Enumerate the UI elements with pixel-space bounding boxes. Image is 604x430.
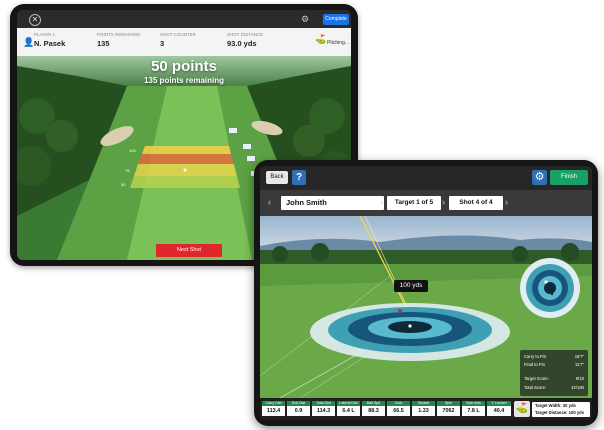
stat-value: 40.4 (487, 406, 511, 416)
stat-value: 66.5 (387, 406, 410, 416)
shot-stats-bar: Carry Dist 113.4 Roll Dist 0.9 Total Dis… (260, 398, 592, 420)
target-info: Target Width: 30 yds Target Distance: 10… (532, 402, 590, 417)
points-remaining: 135 points remaining (143, 76, 225, 85)
gear-icon[interactable]: ⚙ (301, 14, 309, 24)
close-icon[interactable]: ✕ (29, 14, 41, 26)
target-width: Target Width: 30 yds (535, 403, 576, 408)
player-name: John Smith (281, 196, 384, 210)
stat-value: 7062 (437, 406, 460, 416)
chevron-right-icon[interactable]: › (505, 197, 508, 207)
stat-points-remaining: Points Remaining 135 (97, 32, 141, 48)
stat-cell: Ball Spd 88.3 (362, 401, 385, 417)
stat-value: 3 (160, 39, 165, 48)
front-tablet: Back ? ⚙ Finish ‹ John Smith › Target 1 … (254, 160, 598, 426)
stat-value: 135 (97, 39, 110, 48)
complete-button[interactable]: Complete (323, 14, 349, 25)
yardage-marker: 50 (121, 182, 126, 187)
user-icon: 👤 (23, 37, 35, 47)
stats-header: 👤 Player 1 N. Pasek Points Remaining 135… (17, 28, 351, 57)
score-panel: Carry to Pin 18'7" Final to Pin 11'7" Ta… (520, 350, 588, 396)
top-bar: ✕ ⚙ Complete (17, 10, 351, 28)
stat-cell: Roll Dist 0.9 (287, 401, 310, 417)
panel-value: 9/10 (575, 376, 584, 381)
stat-cell: Spin Axis 7.8 L (462, 401, 485, 417)
target-distance: Target Distance: 100 yds (535, 410, 585, 415)
stat-value: N. Pasek (34, 39, 66, 48)
stat-label: Player 1 (34, 32, 56, 37)
panel-value: 42/180 (571, 385, 584, 390)
distance-flag: 100 yds (394, 280, 428, 292)
stat-shot-distance: Shot Distance 93.0 yds (227, 32, 263, 48)
panel-value: 18'7" (574, 354, 584, 359)
chevron-left-icon[interactable]: ‹ (268, 197, 271, 207)
gear-icon[interactable]: ⚙ (532, 170, 547, 185)
stat-value: 88.3 (362, 406, 385, 416)
stat-cell: Club 66.5 (387, 401, 410, 417)
stat-label: Shot Counter (160, 32, 196, 37)
panel-label: Final to Pin (524, 362, 545, 367)
stat-cell: V Launch 40.4 (487, 401, 511, 417)
stat-value: 7.8 L (462, 406, 485, 416)
panel-label: Target Score: (524, 376, 549, 381)
stat-value: 6.4 L (337, 406, 360, 416)
stat-value: 0.9 (287, 406, 310, 416)
yardage-marker: 75 (125, 168, 130, 173)
golf-club-icon[interactable]: ⛳ (514, 401, 530, 417)
panel-label: Carry to Pin (524, 354, 547, 359)
target-selector[interactable]: Target 1 of 5 (387, 196, 441, 210)
stat-cell: Spin 7062 (437, 401, 460, 417)
front-tablet-screen: Back ? ⚙ Finish ‹ John Smith › Target 1 … (260, 166, 592, 420)
stat-player: Player 1 N. Pasek (34, 32, 65, 48)
stat-value: 114.3 (312, 406, 335, 416)
help-icon[interactable]: ? (292, 170, 306, 185)
panel-label: Total Score: (524, 385, 547, 390)
toolbar: Back ? ⚙ Finish (260, 166, 592, 190)
stat-cell: Carry Dist 113.4 (262, 401, 285, 417)
chevron-right-icon[interactable]: › (442, 197, 445, 207)
stat-label: Points Remaining (97, 32, 141, 37)
stat-label: Shot Distance (227, 32, 264, 37)
stat-cell: Lateral Dist 6.4 L (337, 401, 360, 417)
finish-button[interactable]: Finish (550, 170, 588, 185)
player-nav: ‹ John Smith › Target 1 of 5 › Shot 4 of… (260, 190, 592, 216)
yardage-marker: 100 (129, 148, 136, 153)
points-title: 50 points (151, 58, 217, 75)
stat-value: 113.4 (262, 406, 285, 416)
club-select[interactable]: Pitching... (327, 40, 349, 46)
chevron-right-icon[interactable]: › (380, 197, 383, 207)
panel-value: 11'7" (575, 362, 584, 367)
stat-value: 1.33 (412, 406, 435, 416)
stat-shot-counter: Shot Counter 3 (160, 32, 196, 48)
back-button[interactable]: Back (266, 171, 288, 184)
shot-selector[interactable]: Shot 4 of 4 (449, 196, 503, 210)
next-shot-button[interactable]: Next Shot (156, 244, 222, 257)
stat-cell: Smash 1.33 (412, 401, 435, 417)
stat-value: 93.0 yds (227, 39, 257, 48)
stat-cell: Total Dist 114.3 (312, 401, 335, 417)
golf-club-icon: ⛳ (315, 34, 327, 44)
